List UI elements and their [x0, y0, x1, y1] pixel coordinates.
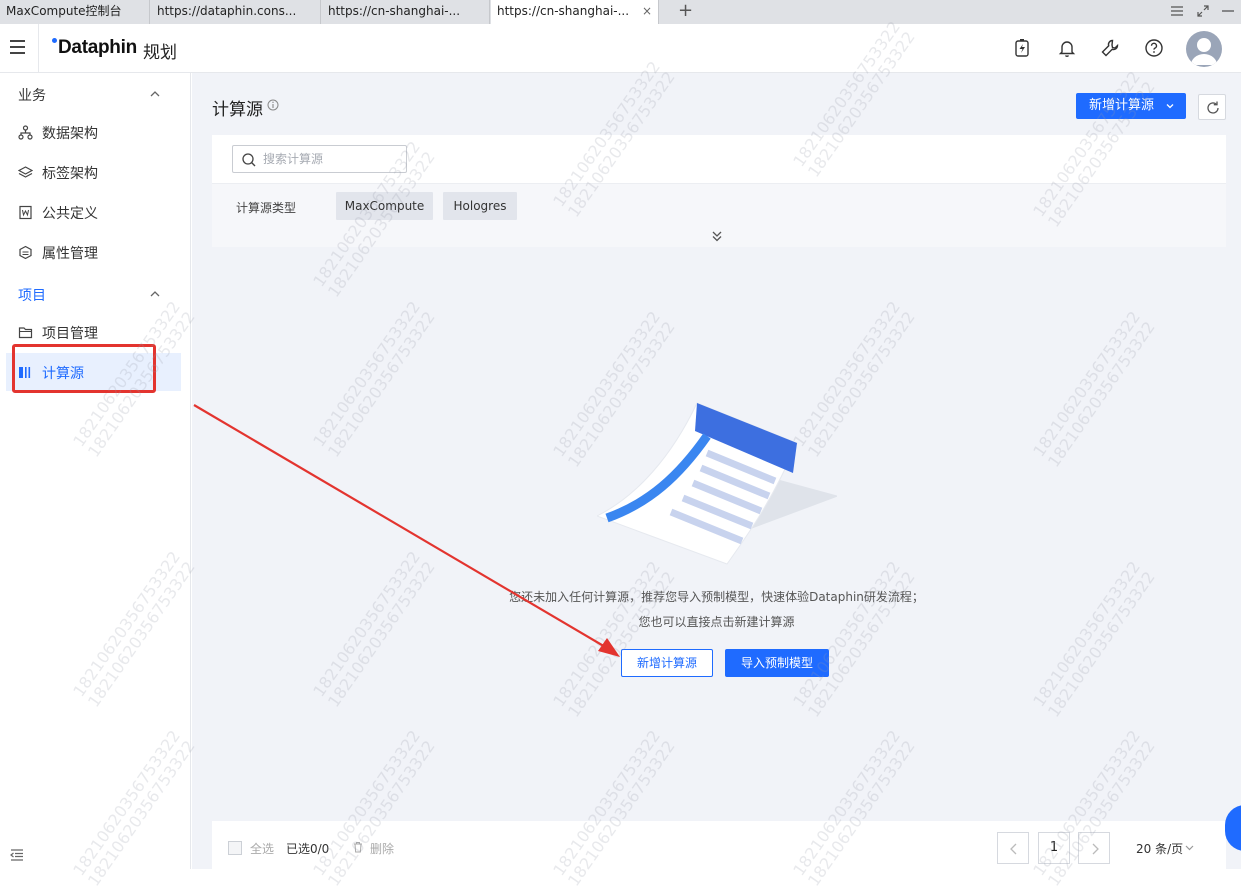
bell-icon[interactable] [1057, 38, 1077, 58]
page-size-select[interactable]: 20 条/页 [1136, 840, 1183, 857]
logo-dot-icon [52, 38, 57, 43]
delete-button[interactable]: 删除 [370, 840, 394, 857]
layers-icon [18, 166, 33, 178]
dataphin-logo[interactable]: Dataphin [52, 37, 137, 59]
button-label: 新增计算源 [1089, 98, 1155, 113]
tab-label: MaxCompute控制台 [6, 4, 122, 18]
selected-count: 已选0/0 [286, 842, 330, 856]
info-icon[interactable] [267, 99, 279, 111]
sidebar: 业务 数据架构 标签架构 公共定义 属性管理 项目 项目管理 计算源 [0, 73, 191, 869]
maximize-icon[interactable] [1196, 4, 1210, 18]
sidebar-item-label: 属性管理 [42, 246, 98, 262]
add-compute-source-button[interactable]: 新增计算源 [1076, 93, 1186, 119]
filter-chip-hologres[interactable]: Hologres [443, 192, 517, 220]
empty-document-illustration [597, 402, 837, 565]
new-tab-icon[interactable]: + [678, 0, 693, 22]
collapse-sidebar-icon[interactable] [10, 849, 24, 861]
browser-tab-bar: MaxCompute控制台 https://dataphin.cons... h… [0, 0, 1241, 24]
chevron-up-icon[interactable] [150, 289, 160, 299]
sidebar-item-data-architecture[interactable]: 数据架构 [6, 113, 181, 151]
browser-tab[interactable]: https://cn-shanghai-... [322, 0, 490, 24]
sidebar-item-label: 标签架构 [42, 166, 98, 182]
empty-message: 您还未加入任何计算源，推荐您导入预制模型，快速体验Dataphin研发流程； [509, 590, 924, 604]
minimize-icon[interactable] [1221, 5, 1235, 17]
sidebar-item-label: 公共定义 [42, 206, 98, 222]
wrench-icon[interactable] [1100, 38, 1120, 58]
chevron-down-icon [1166, 104, 1174, 109]
next-page-button[interactable] [1078, 832, 1110, 864]
menu-icon[interactable] [10, 40, 25, 58]
sidebar-group-project[interactable]: 项目 [18, 285, 46, 305]
chevron-down-icon[interactable] [1185, 843, 1194, 852]
main-content: 计算源 新增计算源 计算源类型 MaxCompute Hologres 您还未 [192, 73, 1241, 869]
sidebar-item-attribute-management[interactable]: 属性管理 [6, 233, 181, 271]
search-input[interactable] [263, 150, 401, 168]
app-header: Dataphin 规划 [0, 24, 1241, 73]
filter-panel: 计算源类型 MaxCompute Hologres [212, 135, 1226, 247]
refresh-icon [1207, 101, 1219, 114]
sidebar-group-business[interactable]: 业务 [18, 85, 46, 105]
select-all-label: 全选 [250, 842, 275, 856]
tab-list-icon[interactable] [1170, 5, 1184, 17]
tab-label: https://dataphin.cons... [157, 4, 297, 18]
logo-text: Dataphin [58, 37, 137, 58]
search-icon [242, 153, 256, 167]
empty-add-compute-source-button[interactable]: 新增计算源 [621, 649, 713, 677]
filter-chip-maxcompute[interactable]: MaxCompute [336, 192, 433, 220]
header-divider [38, 24, 39, 72]
prev-page-button[interactable] [997, 832, 1029, 864]
word-doc-icon [19, 205, 32, 220]
double-chevron-down-icon[interactable] [710, 229, 724, 243]
sidebar-item-tag-architecture[interactable]: 标签架构 [6, 153, 181, 191]
refresh-button[interactable] [1198, 94, 1226, 120]
annotation-highlight-box [12, 344, 156, 393]
chevron-up-icon[interactable] [150, 89, 160, 99]
folder-icon [18, 327, 33, 339]
browser-tab[interactable]: https://dataphin.cons... [151, 0, 321, 24]
module-title: 规划 [143, 43, 177, 63]
lightning-battery-icon[interactable] [1012, 38, 1032, 58]
sidebar-item-label: 项目管理 [42, 326, 98, 342]
avatar[interactable] [1186, 31, 1222, 67]
tab-label: https://cn-shanghai-... [328, 4, 461, 18]
chevron-left-icon [1010, 843, 1017, 855]
browser-tab-active[interactable]: https://cn-shanghai-... × [491, 0, 659, 24]
help-icon[interactable] [1144, 38, 1164, 58]
tab-close-icon[interactable]: × [642, 0, 652, 22]
select-all-checkbox[interactable] [228, 841, 242, 855]
page-number[interactable]: 1 [1038, 832, 1070, 864]
search-box[interactable] [232, 145, 407, 173]
table-footer: 全选 已选0/0 删除 1 20 条/页 [212, 821, 1226, 869]
page-title: 计算源 [212, 100, 263, 120]
hexagon-icon [19, 245, 32, 260]
empty-hint: 您也可以直接点击新建计算源 [638, 615, 795, 629]
sidebar-item-label: 数据架构 [42, 126, 98, 142]
chevron-right-icon [1092, 843, 1099, 855]
sidebar-item-public-definition[interactable]: 公共定义 [6, 193, 181, 231]
hierarchy-icon [18, 125, 33, 140]
filter-type-label: 计算源类型 [236, 201, 297, 215]
tab-label: https://cn-shanghai-... [497, 4, 630, 18]
browser-tab[interactable]: MaxCompute控制台 [0, 0, 150, 24]
import-preset-model-button[interactable]: 导入预制模型 [725, 649, 829, 677]
trash-icon [354, 842, 362, 853]
